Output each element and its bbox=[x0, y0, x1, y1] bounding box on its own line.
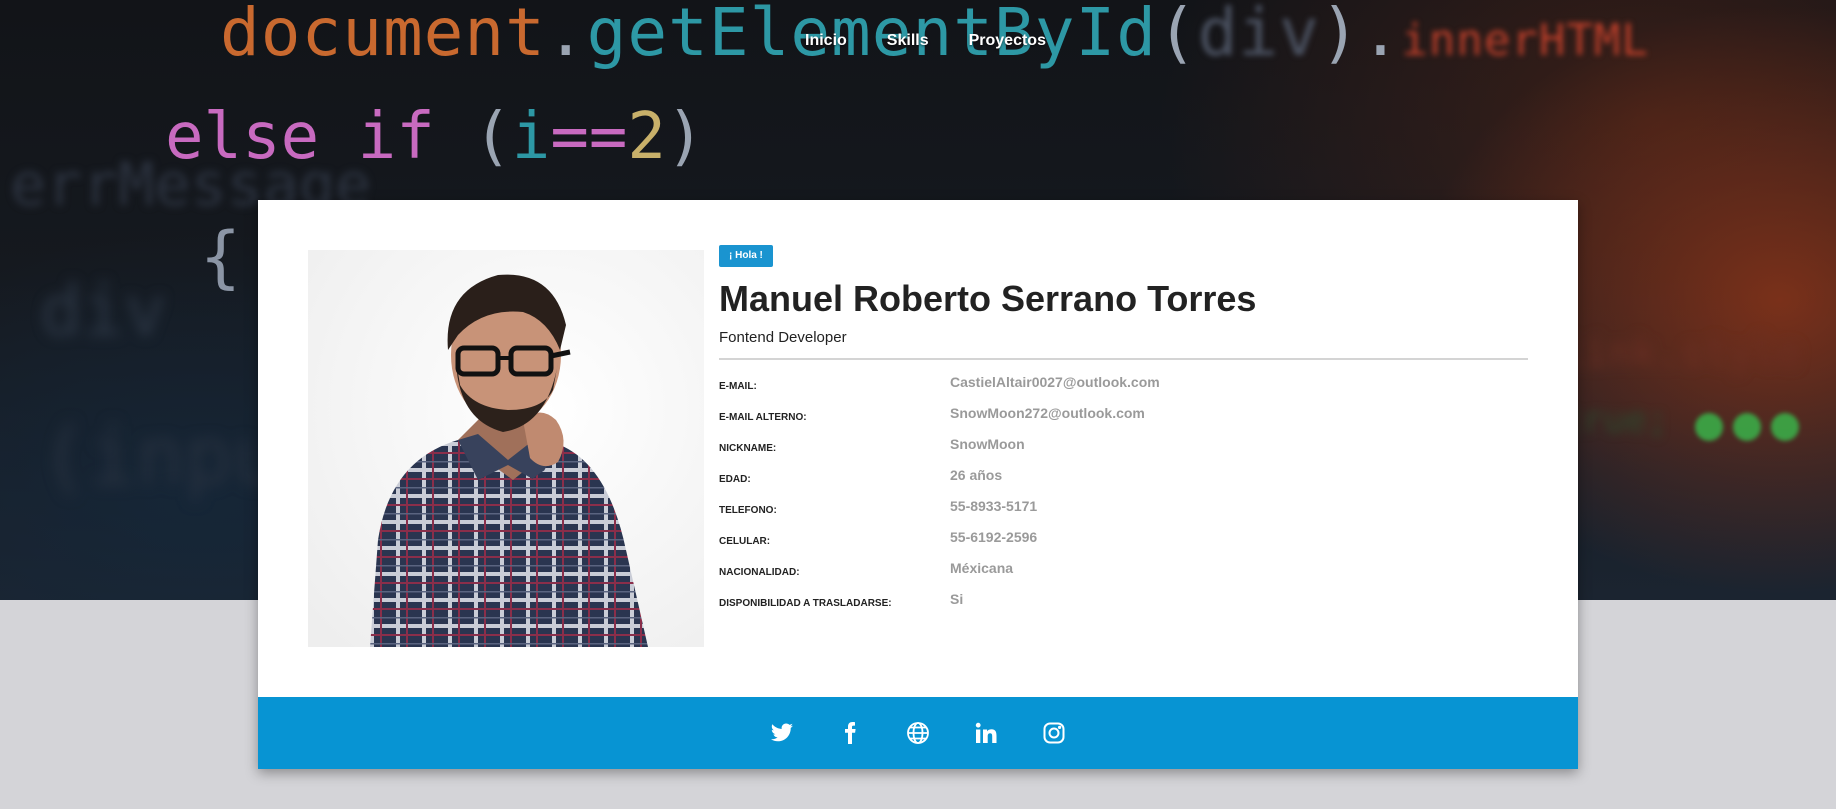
nav-skills[interactable]: Skills bbox=[887, 32, 929, 50]
field-value: SnowMoon bbox=[950, 436, 1025, 452]
field-label: E-MAIL ALTERNO: bbox=[719, 412, 807, 423]
profile-role: Fontend Developer bbox=[719, 329, 847, 346]
field-label: NICKNAME: bbox=[719, 443, 777, 454]
code-decoration: div bbox=[40, 270, 167, 352]
field-row-telefono: TELEFONO: 55-8933-5171 bbox=[719, 498, 1528, 529]
field-label: DISPONIBILIDAD A TRASLADARSE: bbox=[719, 598, 892, 609]
code-decoration: (inpu bbox=[40, 410, 281, 503]
field-row-celular: CELULAR: 55-6192-2596 bbox=[719, 529, 1528, 560]
field-row-edad: EDAD: 26 años bbox=[719, 467, 1528, 498]
twitter-icon[interactable] bbox=[769, 720, 795, 746]
field-label: TELEFONO: bbox=[719, 505, 777, 516]
social-links-bar bbox=[258, 697, 1578, 769]
field-value: SnowMoon272@outlook.com bbox=[950, 405, 1145, 421]
field-value: 26 años bbox=[950, 467, 1003, 483]
code-decoration: link.style bbox=[1560, 330, 1801, 376]
field-value: 55-6192-2596 bbox=[950, 529, 1038, 545]
linkedin-icon[interactable] bbox=[973, 720, 999, 746]
profile-fields: E-MAIL: CastielAltair0027@outlook.com E-… bbox=[719, 374, 1528, 622]
profile-photo bbox=[308, 250, 704, 647]
instagram-icon[interactable] bbox=[1041, 720, 1067, 746]
field-row-disponibilidad: DISPONIBILIDAD A TRASLADARSE: Si bbox=[719, 591, 1528, 622]
code-decoration: { bbox=[200, 218, 241, 297]
field-label: CELULAR: bbox=[719, 536, 771, 547]
field-label: E-MAIL: bbox=[719, 381, 757, 392]
profile-info: ¡ Hola ! Manuel Roberto Serrano Torres F… bbox=[719, 245, 1528, 622]
facebook-icon[interactable] bbox=[837, 720, 863, 746]
profile-name: Manuel Roberto Serrano Torres bbox=[719, 278, 1257, 319]
field-value: 55-8933-5171 bbox=[950, 498, 1038, 514]
field-label: NACIONALIDAD: bbox=[719, 567, 800, 578]
divider bbox=[719, 358, 1528, 360]
field-value: CastielAltair0027@outlook.com bbox=[950, 374, 1160, 390]
window-dots-decoration bbox=[1695, 413, 1809, 446]
field-value: Si bbox=[950, 591, 964, 607]
profile-card: ¡ Hola ! Manuel Roberto Serrano Torres F… bbox=[258, 200, 1578, 769]
nav-proyectos[interactable]: Proyectos bbox=[969, 32, 1046, 50]
person-illustration bbox=[308, 250, 704, 647]
field-row-email-alterno: E-MAIL ALTERNO: SnowMoon272@outlook.com bbox=[719, 405, 1528, 436]
nav-inicio[interactable]: Inicio bbox=[805, 32, 847, 50]
field-row-email: E-MAIL: CastielAltair0027@outlook.com bbox=[719, 374, 1528, 405]
field-row-nacionalidad: NACIONALIDAD: Méxicana bbox=[719, 560, 1528, 591]
globe-icon[interactable] bbox=[905, 720, 931, 746]
field-value: Méxicana bbox=[950, 560, 1014, 576]
field-row-nickname: NICKNAME: SnowMoon bbox=[719, 436, 1528, 467]
top-nav: Inicio Skills Proyectos bbox=[0, 32, 1836, 50]
greeting-badge: ¡ Hola ! bbox=[719, 245, 773, 267]
field-label: EDAD: bbox=[719, 474, 751, 485]
